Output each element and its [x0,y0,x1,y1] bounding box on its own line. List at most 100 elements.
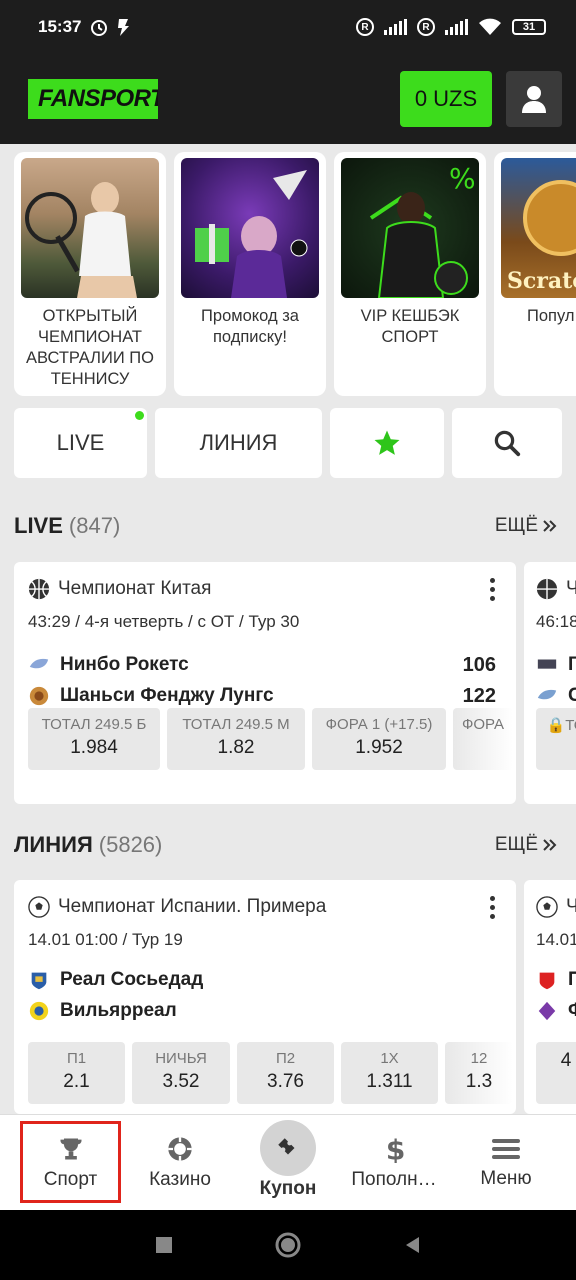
nav-coupon[interactable]: Купон [240,1115,336,1211]
status-bar: 15:37 R R 31 [0,0,576,54]
section-count: (847) [68,513,121,538]
live-event-card[interactable]: Чемпионат Китая 43:29 / 4-я четверть / с… [14,562,516,804]
nav-label: Меню [480,1168,532,1189]
line-event-card-peek[interactable]: Ч 14.01 П Ф 4 [524,880,576,1114]
back-icon[interactable] [402,1235,422,1255]
app-header: FANSPORT 0 UZS [0,54,576,144]
team-row-home: Нинбо Рокетс 106 [28,650,496,680]
user-icon [522,86,546,113]
odd-value: 1.311 [366,1071,413,1092]
odd-label: ТОТАЛ 249.5 Б [41,716,147,733]
team-name: Реал Сосьедад [60,969,204,990]
more-options-icon[interactable] [482,577,502,601]
section-count: (5826) [98,832,163,857]
team-logo-icon [537,659,557,669]
fansport-logo[interactable]: FANSPORT [28,79,158,119]
odd-button[interactable]: НИЧЬЯ 3.52 [132,1042,230,1104]
team-name: Ф [568,1000,576,1022]
promo-carousel[interactable]: ОТКРЫТЫЙ ЧЕМПИОНАТ АВСТРАЛИИ ПО ТЕННИСУ … [0,144,576,402]
promo-image-vip: % [341,158,479,298]
odd-button[interactable]: ФОРА 1 (+17.5) 1.952 [312,708,446,770]
live-event-card-peek[interactable]: Ч 46:18 Г С 🔒ТО [524,562,576,804]
nav-label: Купон [259,1178,317,1199]
basketball-icon [536,578,558,600]
app-notification-icon [118,19,130,36]
odd-label: 1X [380,1050,399,1067]
team-logo-icon [29,1001,49,1021]
nav-deposit[interactable]: $ Пополн… [344,1115,444,1211]
odd-value: 1.3 [465,1071,493,1092]
team-name: Шаньси Фенджу Лунгс [60,685,274,706]
odd-button[interactable]: П2 3.76 [237,1042,334,1104]
search-icon [494,430,521,457]
odd-label: П2 [275,1050,296,1067]
odd-button[interactable]: ФОРА [453,708,513,770]
balance-button[interactable]: 0 UZS [400,71,492,127]
nav-menu[interactable]: Меню [458,1115,554,1211]
wifi-icon [479,18,501,35]
tab-line[interactable]: ЛИНИЯ [155,408,322,478]
live-section-header: LIVE (847) ЕЩЁ [14,508,558,544]
dollar-icon: $ [386,1135,405,1163]
match-status: 46:18 [536,612,576,631]
odd-label: ТОТАЛ 249.5 М [182,716,290,733]
team-name: П [568,969,576,990]
match-date: 14.01 [536,930,576,949]
live-indicator-dot [135,411,144,420]
tab-line-label: ЛИНИЯ [199,430,278,455]
odd-button[interactable]: ТОТАЛ 249.5 М 1.82 [167,708,305,770]
nav-casino[interactable]: Казино [130,1115,230,1211]
more-options-icon[interactable] [482,895,502,919]
recent-apps-icon[interactable] [154,1235,174,1255]
promo-card-promocode[interactable]: Промокод за подписку! [174,152,326,396]
logo-text: FANSPORT [38,85,165,112]
section-title: LIVE [14,513,63,538]
lock-icon: 🔒 [546,717,566,734]
odd-label: П1 [66,1050,87,1067]
team-logo-icon [29,686,49,706]
section-title: ЛИНИЯ [14,832,93,857]
promo-card-vip-cashback[interactable]: % VIP КЕШБЭК СПОРТ [334,152,486,396]
odd-value: 1.984 [70,737,118,758]
promo-caption: Попул ветр [526,307,576,325]
team-row-away: Вильярреал [28,996,496,1026]
odd-button[interactable]: 1X 1.311 [341,1042,438,1104]
team-logo-icon [539,972,555,990]
roaming-icon-2: R [417,18,435,36]
home-icon[interactable] [274,1231,302,1259]
odd-value: 3.76 [267,1071,304,1092]
star-icon [374,430,400,455]
nav-sport[interactable]: Спорт [20,1115,121,1211]
odd-value: 2.1 [63,1071,90,1092]
odd-button[interactable]: П1 2.1 [28,1042,125,1104]
odd-button[interactable]: 4 [536,1042,576,1104]
odd-value: 1.952 [355,737,403,758]
match-date: 14.01 01:00 / Тур 19 [28,930,183,949]
team-row-away: Ф [536,996,576,1026]
team-logo-icon [29,658,49,669]
odd-button[interactable]: 12 1.3 [445,1042,513,1104]
double-chevron-right-icon [543,520,557,532]
odd-button[interactable]: ТОТАЛ 249.5 Б 1.984 [28,708,160,770]
team-score: 122 [462,684,496,707]
promo-card-partial[interactable]: Scratch Попул ветр [494,152,576,396]
tab-live[interactable]: LIVE [14,408,147,478]
promo-card-tennis[interactable]: ОТКРЫТЫЙ ЧЕМПИОНАТ АВСТРАЛИИ ПО ТЕННИСУ [14,152,166,396]
odd-button-locked[interactable]: 🔒ТО [536,708,576,770]
roaming-icon: R [356,18,374,36]
promo-caption: VIP КЕШБЭК СПОРТ [360,307,460,346]
profile-button[interactable] [506,71,562,127]
double-chevron-right-icon [543,839,557,851]
odd-value: 1.82 [217,737,255,758]
hamburger-menu-icon [492,1139,520,1159]
odd-value: 3.52 [162,1071,200,1092]
svg-text:$: $ [386,1135,405,1163]
tab-favorites[interactable] [330,408,444,478]
team-row-home: П [536,965,576,995]
tab-search[interactable] [452,408,562,478]
svg-text:%: % [449,162,476,195]
promo-image-promocode [181,158,319,298]
line-event-card[interactable]: Чемпионат Испании. Примера 14.01 01:00 /… [14,880,516,1114]
live-more-link[interactable]: ЕЩЁ [495,515,558,537]
line-more-link[interactable]: ЕЩЁ [495,834,558,856]
